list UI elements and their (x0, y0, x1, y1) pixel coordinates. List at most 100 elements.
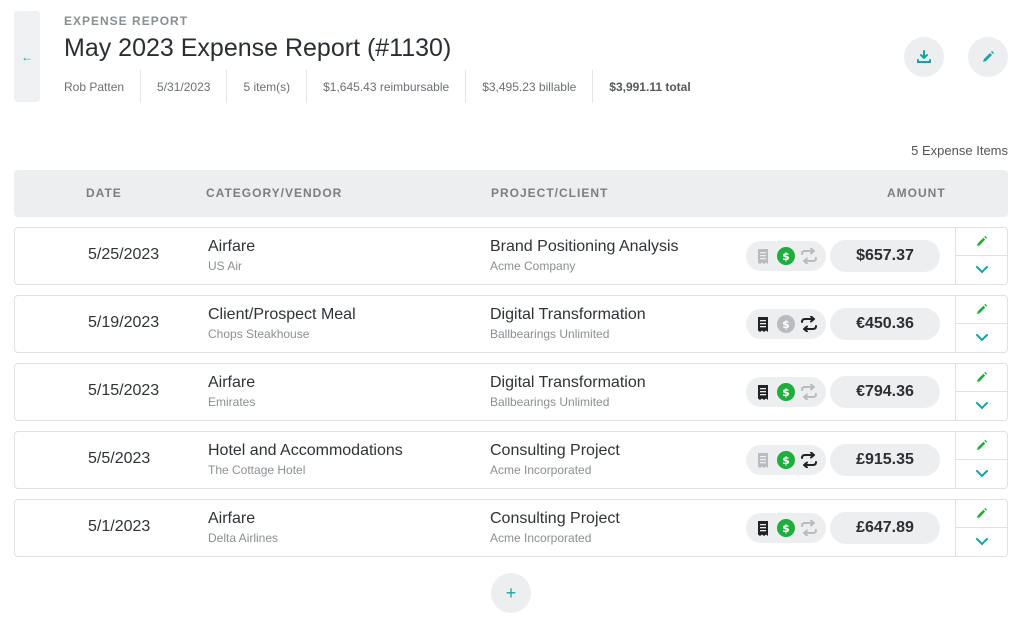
receipt-icon (754, 383, 772, 401)
arrow-left-icon: ← (21, 49, 33, 64)
receipt-icon (754, 451, 772, 469)
row-actions (955, 364, 1007, 420)
expense-project: Consulting Project (490, 510, 620, 527)
status-badges: $ (746, 309, 826, 339)
column-amount: AMOUNT (887, 186, 946, 200)
expense-amount: £915.35 (830, 444, 940, 476)
status-badges: $ (746, 241, 826, 271)
expense-client: Ballbearings Unlimited (490, 327, 610, 341)
edit-expense-button[interactable] (956, 432, 1007, 460)
meta-date: 5/31/2023 (140, 70, 226, 103)
chevron-down-icon (975, 266, 988, 274)
meta-reimbursable: $1,645.43 reimbursable (306, 70, 465, 103)
column-date: DATE (86, 186, 122, 200)
pencil-icon (976, 303, 988, 315)
table-row[interactable]: 5/1/2023 Airfare Delta Airlines Consulti… (14, 499, 1008, 557)
repeat-icon (800, 315, 818, 333)
row-actions (955, 432, 1007, 488)
repeat-icon (800, 519, 818, 537)
chevron-down-icon (975, 538, 988, 546)
expand-row-button[interactable] (956, 460, 1007, 488)
column-category: CATEGORY/VENDOR (206, 186, 343, 200)
report-meta: Rob Patten 5/31/2023 5 item(s) $1,645.43… (64, 70, 707, 103)
expense-project: Consulting Project (490, 442, 620, 459)
svg-text:$: $ (782, 454, 790, 467)
edit-expense-button[interactable] (956, 500, 1007, 528)
expense-client: Acme Incorporated (490, 531, 592, 545)
expense-count: 5 Expense Items (911, 143, 1008, 158)
svg-text:$: $ (782, 386, 790, 399)
row-actions (955, 296, 1007, 352)
expense-vendor: Delta Airlines (208, 531, 279, 545)
edit-expense-button[interactable] (956, 364, 1007, 392)
table-row[interactable]: 5/25/2023 Airfare US Air Brand Positioni… (14, 227, 1008, 285)
expense-amount: £647.89 (830, 512, 940, 544)
expense-date: 5/15/2023 (88, 382, 160, 399)
table-row[interactable]: 5/19/2023 Client/Prospect Meal Chops Ste… (14, 295, 1008, 353)
edit-expense-button[interactable] (956, 228, 1007, 256)
expense-amount: $657.37 (830, 240, 940, 272)
expense-vendor: US Air (208, 259, 243, 273)
meta-employee: Rob Patten (64, 79, 125, 94)
repeat-icon (800, 247, 818, 265)
status-badges: $ (746, 513, 826, 543)
status-badges: $ (746, 445, 826, 475)
expand-row-button[interactable] (956, 392, 1007, 420)
table-row[interactable]: 5/5/2023 Hotel and Accommodations The Co… (14, 431, 1008, 489)
pencil-icon (976, 235, 988, 247)
expense-category: Airfare (208, 510, 256, 527)
column-project: PROJECT/CLIENT (491, 186, 609, 200)
table-row[interactable]: 5/15/2023 Airfare Emirates Digital Trans… (14, 363, 1008, 421)
chevron-down-icon (975, 470, 988, 478)
download-icon (917, 50, 931, 63)
meta-billable: $3,495.23 billable (465, 70, 592, 103)
edit-expense-button[interactable] (956, 296, 1007, 324)
svg-text:$: $ (782, 250, 790, 263)
pencil-icon (983, 51, 994, 62)
dollar-icon: $ (776, 451, 795, 469)
expand-row-button[interactable] (956, 256, 1007, 284)
expense-date: 5/1/2023 (88, 518, 151, 535)
expense-client: Acme Incorporated (490, 463, 592, 477)
svg-text:$: $ (782, 318, 790, 331)
table-header: DATE CATEGORY/VENDOR PROJECT/CLIENT AMOU… (14, 170, 1008, 217)
expense-project: Brand Positioning Analysis (490, 238, 679, 255)
expense-category: Airfare (208, 238, 256, 255)
expense-client: Ballbearings Unlimited (490, 395, 610, 409)
receipt-icon (754, 315, 772, 333)
download-button[interactable] (904, 37, 944, 77)
expense-date: 5/19/2023 (88, 314, 160, 331)
meta-item-count: 5 item(s) (226, 70, 306, 103)
expense-client: Acme Company (490, 259, 576, 273)
expand-row-button[interactable] (956, 324, 1007, 352)
chevron-down-icon (975, 402, 988, 410)
add-expense-button[interactable]: + (491, 573, 531, 613)
expense-amount: €450.36 (830, 308, 940, 340)
pencil-icon (976, 439, 988, 451)
repeat-icon (800, 451, 818, 469)
back-button[interactable]: ← (14, 11, 40, 102)
expense-project: Digital Transformation (490, 374, 646, 391)
expense-category: Hotel and Accommodations (208, 442, 403, 459)
dollar-icon: $ (776, 247, 795, 265)
dollar-icon: $ (776, 383, 795, 401)
chevron-down-icon (975, 334, 988, 342)
expense-project: Digital Transformation (490, 306, 646, 323)
expense-date: 5/5/2023 (88, 450, 151, 467)
expense-vendor: Chops Steakhouse (208, 327, 310, 341)
row-actions (955, 228, 1007, 284)
expense-category: Airfare (208, 374, 256, 391)
expense-amount: €794.36 (830, 376, 940, 408)
status-badges: $ (746, 377, 826, 407)
meta-total: $3,991.11 total (592, 70, 706, 103)
pencil-icon (976, 507, 988, 519)
expand-row-button[interactable] (956, 528, 1007, 556)
svg-text:$: $ (782, 522, 790, 535)
dollar-icon: $ (776, 519, 795, 537)
row-actions (955, 500, 1007, 556)
edit-report-button[interactable] (968, 37, 1008, 77)
dollar-icon: $ (776, 315, 795, 333)
expense-category: Client/Prospect Meal (208, 306, 356, 323)
pencil-icon (976, 371, 988, 383)
repeat-icon (800, 383, 818, 401)
